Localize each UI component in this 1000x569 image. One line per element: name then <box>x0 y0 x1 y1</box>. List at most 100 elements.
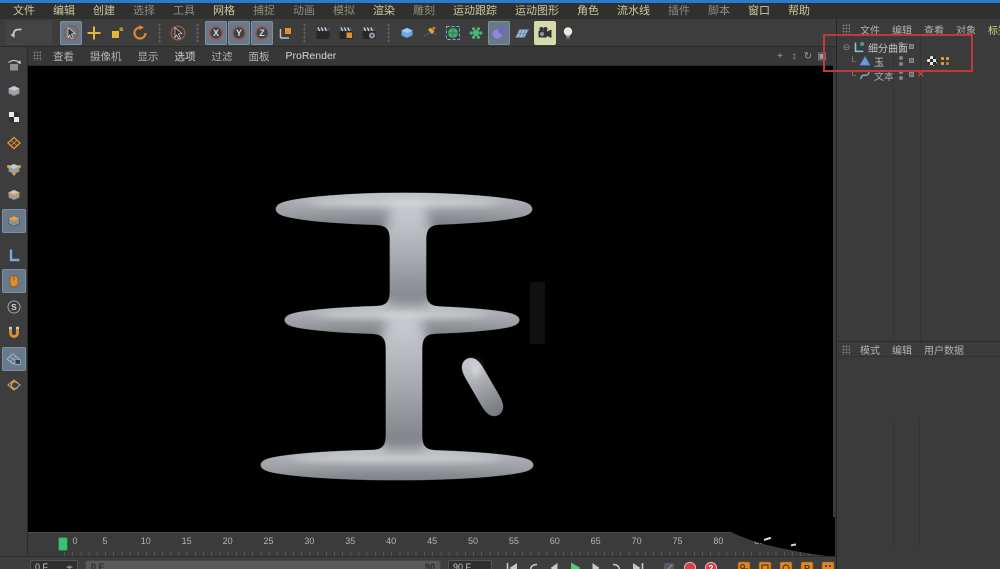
frame-stepper-icon[interactable]: ◂▸ <box>66 563 73 569</box>
add-light-icon[interactable] <box>557 21 579 45</box>
menu-14[interactable]: 流水线 <box>608 3 659 19</box>
enable-toggle-icon[interactable] <box>909 72 914 77</box>
render-settings-icon[interactable] <box>358 21 380 45</box>
om-menu-1[interactable]: 编辑 <box>886 22 918 37</box>
x-axis-lock-icon[interactable]: X <box>205 21 227 45</box>
viewport-menu-prorender[interactable]: ProRender <box>278 50 345 62</box>
viewport-toggle-icon[interactable]: ▣ <box>815 51 829 62</box>
om-row-玉[interactable]: └玉 <box>841 54 997 68</box>
make-editable-icon[interactable] <box>2 53 26 77</box>
object-name[interactable]: 文本 <box>872 68 894 83</box>
points-mode-icon[interactable] <box>2 157 26 181</box>
om-menu-0[interactable]: 文件 <box>854 22 886 37</box>
menu-8[interactable]: 模拟 <box>324 3 364 19</box>
viewport-pan-icon[interactable]: + <box>773 51 787 62</box>
viewport-canvas[interactable] <box>28 66 833 532</box>
menu-12[interactable]: 运动图形 <box>506 3 568 19</box>
menu-4[interactable]: 工具 <box>164 3 204 19</box>
menu-5[interactable]: 网格 <box>204 3 244 19</box>
add-spline-pen-icon[interactable] <box>419 21 441 45</box>
timeline-ruler[interactable]: 051015202530354045505560657075808590 <box>28 532 833 556</box>
viewport-menu-0[interactable]: 查看 <box>45 49 82 64</box>
keyframe-dim-icon[interactable] <box>659 559 679 569</box>
key-position-icon[interactable] <box>734 559 754 569</box>
add-deformer-icon[interactable] <box>465 21 487 45</box>
y-axis-lock-icon[interactable]: Y <box>228 21 250 45</box>
drag-grip-icon[interactable] <box>842 345 850 355</box>
viewport-menu-1[interactable]: 摄像机 <box>82 49 130 64</box>
viewport-menu-4[interactable]: 过滤 <box>204 49 241 64</box>
next-frame-icon[interactable] <box>586 559 606 569</box>
viewport-zoom-icon[interactable]: ↕ <box>787 51 801 62</box>
om-menu-3[interactable]: 对象 <box>950 22 982 37</box>
expand-toggle-icon[interactable]: ⊖ <box>841 42 852 53</box>
menu-3[interactable]: 选择 <box>124 3 164 19</box>
polygons-mode-icon[interactable] <box>2 209 26 233</box>
coordinate-system-icon[interactable] <box>274 21 296 45</box>
ommeta-icon[interactable] <box>858 55 872 67</box>
rotate-tool-icon[interactable] <box>129 21 151 45</box>
drag-grip-icon[interactable] <box>842 24 850 34</box>
menu-0[interactable]: 文件 <box>4 3 44 19</box>
menu-13[interactable]: 角色 <box>568 3 608 19</box>
move-tool-icon[interactable] <box>83 21 105 45</box>
autokey-help-icon[interactable]: ? <box>701 559 721 569</box>
goto-start-icon[interactable] <box>502 559 522 569</box>
play-forward-icon[interactable] <box>565 559 585 569</box>
key-pla-icon[interactable] <box>818 559 838 569</box>
visibility-dots[interactable] <box>899 70 903 80</box>
selection-tag-icon[interactable] <box>940 56 950 66</box>
key-parameter-icon[interactable]: P <box>797 559 817 569</box>
object-manager-tree[interactable]: ⊖细分曲面└玉└文本✕ <box>837 36 1000 341</box>
add-environment-floor-icon[interactable] <box>511 21 533 45</box>
add-primitive-cube-icon[interactable] <box>396 21 418 45</box>
scale-tool-icon[interactable] <box>106 21 128 45</box>
om-row-文本[interactable]: └文本✕ <box>841 68 997 82</box>
enable-toggle-icon[interactable] <box>909 44 914 49</box>
viewport-menu-3[interactable]: 选项 <box>167 49 204 64</box>
add-camera-icon[interactable] <box>534 21 556 45</box>
key-rotation-icon[interactable] <box>776 559 796 569</box>
snap-magnet-icon[interactable] <box>2 321 26 345</box>
menu-15[interactable]: 插件 <box>659 3 699 19</box>
am-menu-2[interactable]: 用户数据 <box>918 342 970 357</box>
am-menu-0[interactable]: 模式 <box>854 342 886 357</box>
texture-tag-icon[interactable] <box>927 56 937 66</box>
timeline-playhead[interactable] <box>58 537 68 551</box>
z-axis-lock-icon[interactable]: Z <box>251 21 273 45</box>
drag-grip-icon[interactable] <box>33 51 41 61</box>
goto-end-icon[interactable] <box>628 559 648 569</box>
omtext-icon[interactable] <box>858 69 872 81</box>
menu-10[interactable]: 雕刻 <box>404 3 444 19</box>
prev-frame-icon[interactable] <box>544 559 564 569</box>
viewport-menu-2[interactable]: 显示 <box>130 49 167 64</box>
am-menu-1[interactable]: 编辑 <box>886 342 918 357</box>
viewport-interaction-icon[interactable] <box>2 269 26 293</box>
workplane-grid-icon[interactable] <box>2 373 26 397</box>
visibility-dots[interactable] <box>899 56 903 66</box>
render-view-icon[interactable] <box>312 21 334 45</box>
workplane-mode-icon[interactable] <box>2 131 26 155</box>
snap-settings-icon[interactable]: S <box>2 295 26 319</box>
goto-prev-key-icon[interactable] <box>523 559 543 569</box>
menu-18[interactable]: 帮助 <box>779 3 819 19</box>
goto-next-key-icon[interactable] <box>607 559 627 569</box>
current-frame-field[interactable]: 0 F ◂▸ <box>30 560 78 569</box>
om-menu-4[interactable]: 标签 <box>982 22 1000 37</box>
menu-16[interactable]: 脚本 <box>699 3 739 19</box>
add-subdivision-surface-icon[interactable] <box>442 21 464 45</box>
end-frame-field[interactable]: 90 F <box>448 560 492 569</box>
menu-11[interactable]: 运动跟踪 <box>444 3 506 19</box>
viewport-menu-5[interactable]: 面板 <box>241 49 278 64</box>
frame-range-slider[interactable]: 0 F 90 <box>85 560 441 569</box>
last-tool-icon[interactable] <box>167 21 189 45</box>
render-picture-viewer-icon[interactable] <box>335 21 357 45</box>
object-name[interactable]: 玉 <box>872 54 884 69</box>
undo-icon[interactable] <box>6 21 28 45</box>
visibility-dots[interactable] <box>899 42 903 52</box>
menu-1[interactable]: 编辑 <box>44 3 84 19</box>
omsubdiv-icon[interactable] <box>852 41 866 53</box>
disabled-x-icon[interactable]: ✕ <box>917 69 925 80</box>
om-menu-2[interactable]: 查看 <box>918 22 950 37</box>
edges-mode-icon[interactable] <box>2 183 26 207</box>
